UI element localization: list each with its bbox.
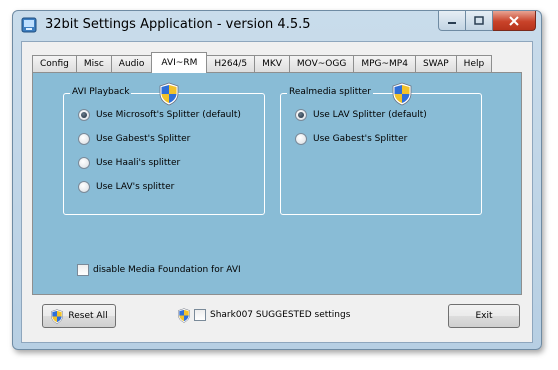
avi-playback-group: AVI Playback Use Microsoft's Splitter (d… [63,82,265,215]
exit-button[interactable]: Exit [448,304,520,328]
suggested-label: Shark007 SUGGESTED settings [210,310,351,320]
avi-option-label: Use Haali's splitter [96,158,181,168]
tab-panel: AVI Playback Use Microsoft's Splitter (d… [32,72,522,295]
rm-option-gabest[interactable]: Use Gabest's Splitter [295,132,407,146]
tab-config[interactable]: Config [32,55,77,73]
tab-mov-ogg[interactable]: MOV~OGG [288,55,355,73]
avi-option-lav[interactable]: Use LAV's splitter [78,180,174,194]
suggested-checkbox-box[interactable] [194,309,206,321]
avi-option-label: Use Gabest's Splitter [96,134,191,144]
maximize-icon [474,16,484,25]
reset-all-button[interactable]: Reset All [42,304,116,328]
rm-radio-lav[interactable] [295,109,307,121]
shield-icon [159,82,179,106]
avi-option-microsoft[interactable]: Use Microsoft's Splitter (default) [78,108,241,122]
avi-radio-lav[interactable] [78,181,90,193]
rm-option-label: Use LAV Splitter (default) [313,110,427,120]
rm-option-lav[interactable]: Use LAV Splitter (default) [295,108,427,122]
rm-group-title: Realmedia splitter [287,87,373,97]
avi-option-label: Use LAV's splitter [96,182,175,192]
reset-all-label: Reset All [68,311,108,321]
tab-mkv[interactable]: MKV [254,55,290,73]
tab-avi-rm[interactable]: AVI~RM [151,52,208,73]
rm-radio-gabest[interactable] [295,133,307,145]
app-window: 32bit Settings Application - version 4.5… [12,10,542,350]
maximize-button[interactable] [466,11,493,31]
avi-option-gabest[interactable]: Use Gabest's Splitter [78,132,190,146]
title-bar[interactable]: 32bit Settings Application - version 4.5… [13,11,541,39]
avi-radio-microsoft[interactable] [78,109,90,121]
close-button[interactable] [493,11,536,31]
avi-radio-haali[interactable] [78,157,90,169]
client-area: Config Misc Audio AVI~RM H264/5 MKV MOV~… [21,41,533,343]
window-title: 32bit Settings Application - version 4.5… [45,17,311,32]
avi-radio-gabest[interactable] [78,133,90,145]
tab-misc[interactable]: Misc [75,55,112,73]
avi-option-label: Use Microsoft's Splitter (default) [96,110,241,120]
realmedia-group: Realmedia splitter Use LAV Splitter (def… [280,82,482,215]
mf-disable-checkbox[interactable]: disable Media Foundation for AVI [77,263,241,277]
close-icon [509,15,519,26]
mf-checkbox-box[interactable] [77,264,89,276]
shield-icon [178,307,190,323]
mf-checkbox-label: disable Media Foundation for AVI [93,265,241,275]
avi-group-title: AVI Playback [70,87,132,97]
minimize-button[interactable] [438,11,466,31]
minimize-icon [448,21,456,24]
rm-option-label: Use Gabest's Splitter [313,134,408,144]
tab-audio[interactable]: Audio [110,55,153,73]
shield-icon [51,308,64,324]
tab-swap[interactable]: SWAP [414,55,457,73]
tab-h264[interactable]: H264/5 [206,55,256,73]
suggested-settings-checkbox[interactable]: Shark007 SUGGESTED settings [177,307,351,323]
shield-icon [392,82,412,106]
exit-label: Exit [475,311,493,321]
tab-mpg-mp4[interactable]: MPG~MP4 [353,55,416,73]
tab-strip: Config Misc Audio AVI~RM H264/5 MKV MOV~… [32,52,493,73]
app-icon [21,17,37,33]
tab-help[interactable]: Help [455,55,493,73]
avi-option-haali[interactable]: Use Haali's splitter [78,156,180,170]
